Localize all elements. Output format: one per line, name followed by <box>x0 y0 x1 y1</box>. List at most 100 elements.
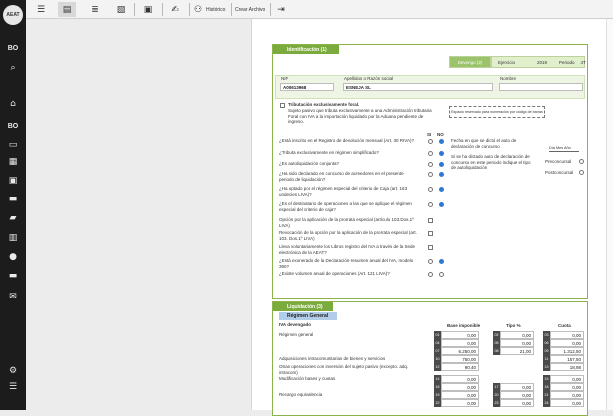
question-no-radio[interactable] <box>439 172 444 177</box>
casilla-value[interactable]: 0,00 <box>550 383 584 391</box>
casilla-value[interactable]: 0,00 <box>500 331 534 339</box>
casilla-number: 06 <box>543 339 550 347</box>
casilla-value[interactable]: 0,00 <box>441 399 479 407</box>
question-no-radio[interactable] <box>439 139 444 144</box>
mail-icon[interactable]: ✉ <box>0 290 26 304</box>
postconcursal-radio[interactable] <box>579 170 584 175</box>
truck-icon[interactable]: ▰ <box>0 211 26 225</box>
document-icon[interactable]: ▤ <box>58 2 76 17</box>
casilla-value[interactable]: 90,40 <box>441 363 479 371</box>
folder-icon[interactable]: ▬ <box>0 269 26 283</box>
menu-icon[interactable]: ☰ <box>32 2 50 17</box>
casilla-value[interactable]: 0,00 <box>500 383 534 391</box>
casilla-value[interactable]: 6.250,00 <box>441 347 479 355</box>
question-si-radio[interactable] <box>428 202 433 207</box>
casilla-value[interactable]: 750,00 <box>441 355 479 363</box>
question-si-radio[interactable] <box>428 272 433 277</box>
casilla-value[interactable]: 0,00 <box>500 399 534 407</box>
question-no-radio[interactable] <box>439 187 444 192</box>
calendar-icon[interactable]: ▦ <box>0 155 26 169</box>
crear-archivo-button[interactable]: Crear Archivo <box>235 2 265 17</box>
casilla-value[interactable]: 0,00 <box>500 339 534 347</box>
home-icon[interactable]: ⌂ <box>0 97 26 111</box>
question-no-radio[interactable] <box>439 259 444 264</box>
ejercicio-label: Ejercicio <box>498 59 516 65</box>
casilla-number: 12 <box>434 363 441 371</box>
casilla-number: 11 <box>543 355 550 363</box>
casilla-value[interactable]: 0,00 <box>441 383 479 391</box>
inbox-icon[interactable]: ▭ <box>0 138 26 152</box>
casilla-value[interactable]: 0,00 <box>550 375 584 383</box>
casilla-value[interactable]: 0,00 <box>550 399 584 407</box>
casilla-value[interactable]: 0,00 <box>550 391 584 399</box>
casilla-number: 01 <box>434 331 441 339</box>
question-text: Revocación de la opción por la aplicació… <box>279 230 417 241</box>
casilla-value[interactable]: 0,00 <box>500 391 534 399</box>
form-icon[interactable]: ▣ <box>139 2 157 17</box>
ejercicio-value[interactable]: 2019 <box>537 60 547 65</box>
question-si-radio[interactable] <box>428 162 433 167</box>
preconcursal-radio[interactable] <box>579 159 584 164</box>
scrollbar[interactable] <box>606 19 613 410</box>
casilla-value[interactable]: 0,00 <box>441 375 479 383</box>
list-settings-icon[interactable]: ☰ <box>0 380 26 394</box>
search-icon[interactable]: ⌕ <box>0 61 26 75</box>
question-si-radio[interactable] <box>428 151 433 156</box>
monitor-icon[interactable]: ▣ <box>0 174 26 188</box>
exit-icon[interactable]: ⇥ <box>274 2 288 17</box>
casilla-value[interactable]: 157,50 <box>550 355 584 363</box>
casilla-number: 07 <box>434 347 441 355</box>
question-si-radio[interactable] <box>428 172 433 177</box>
question-si-radio[interactable] <box>428 259 433 264</box>
devengo-tab[interactable]: Devengo (2) <box>449 56 491 68</box>
settings-icon[interactable]: ⚙ <box>0 364 26 378</box>
document-page: Identificación (1) Devengo (2) Ejercicio… <box>251 19 606 416</box>
postconcursal-label: Postconcursal <box>545 170 574 175</box>
casilla-value[interactable]: 0,00 <box>550 339 584 347</box>
question-no-radio[interactable] <box>439 202 444 207</box>
casilla-number: 16 <box>434 383 441 391</box>
tipo-header: Tipo % <box>506 323 521 328</box>
identificacion-section: Identificación (1) Devengo (2) Ejercicio… <box>272 44 588 299</box>
question-checkbox[interactable] <box>428 218 433 223</box>
casilla-value[interactable]: 1.312,50 <box>550 347 584 355</box>
question-checkbox[interactable] <box>428 245 433 250</box>
bo-icon-top[interactable]: BO <box>0 41 26 55</box>
liquidacion-section: Liquidación (3) Régimen General IVA deve… <box>272 301 588 416</box>
razon-social-field[interactable]: ESNEJA SL <box>343 83 493 91</box>
sign-icon[interactable]: ✍ <box>166 2 184 17</box>
question-text: ¿Existe volumen anual de operaciones (Ar… <box>279 271 390 276</box>
question-si-radio[interactable] <box>428 139 433 144</box>
casilla-value[interactable]: 0,00 <box>441 339 479 347</box>
periodo-value[interactable]: 4T <box>581 60 586 65</box>
question-no-radio[interactable] <box>439 272 444 277</box>
question-text: ¿Está exonerado de la Declaración-resume… <box>279 258 414 269</box>
concurso-tipo-text: Si se ha dictado auto de declaración de … <box>451 154 531 171</box>
question-text: ¿Ha sido declarado en concurso de acreed… <box>279 171 404 182</box>
building-icon[interactable]: ▥ <box>0 231 26 245</box>
question-no-radio[interactable] <box>439 162 444 167</box>
casilla-value[interactable]: 0,00 <box>550 331 584 339</box>
liquidacion-row-label: Adquisiciones intracomunitarias de biene… <box>279 356 386 361</box>
cuota-header: Cuota <box>558 323 571 328</box>
nombre-field[interactable] <box>499 83 583 91</box>
casilla-value[interactable]: 21,00 <box>500 347 534 355</box>
fecha-concurso-field[interactable] <box>549 151 579 152</box>
concurso-fecha-text: Fecha en que se dictó el auto de declara… <box>451 138 517 149</box>
casilla-value[interactable]: 18,98 <box>550 363 584 371</box>
list-icon[interactable]: ≣ <box>86 2 104 17</box>
question-no-radio[interactable] <box>439 151 444 156</box>
tributacion-foral-checkbox[interactable] <box>280 103 285 108</box>
question-checkbox[interactable] <box>428 231 433 236</box>
car-icon[interactable]: ▬ <box>0 192 26 206</box>
casilla-value[interactable]: 0,00 <box>441 391 479 399</box>
regimen-general-tab[interactable]: Régimen General <box>279 312 337 320</box>
historico-button[interactable]: Histórico <box>206 2 225 17</box>
nif-field[interactable]: A00613968 <box>280 83 334 91</box>
person-icon[interactable]: ● <box>0 250 26 264</box>
history-icon[interactable]: ⚇ <box>192 2 204 17</box>
clipboard-icon[interactable]: ▧ <box>112 2 130 17</box>
bo-icon[interactable]: BO <box>0 119 26 133</box>
casilla-value[interactable]: 0,00 <box>441 331 479 339</box>
question-si-radio[interactable] <box>428 187 433 192</box>
